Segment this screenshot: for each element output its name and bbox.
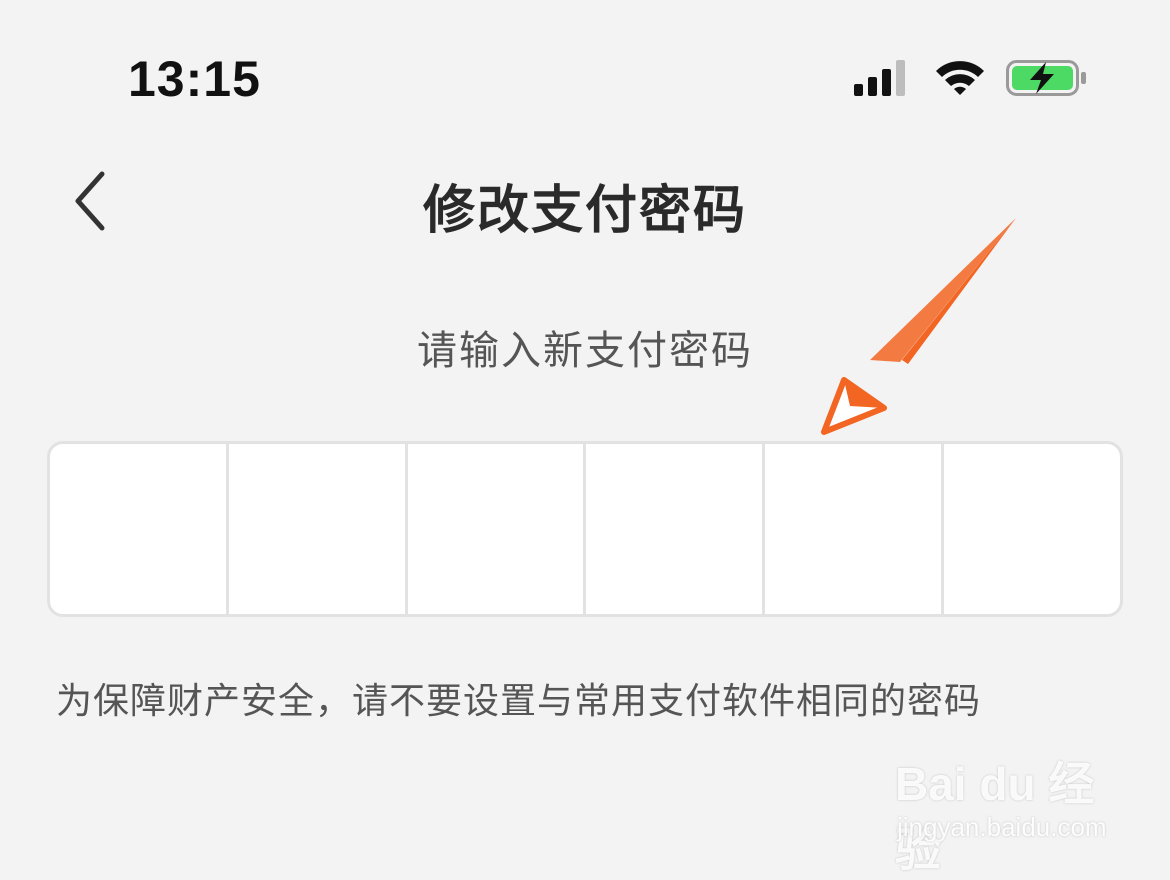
security-warning: 为保障财产安全，请不要设置与常用支付软件相同的密码 bbox=[56, 681, 982, 722]
status-bar: 13:15 bbox=[0, 0, 1170, 130]
wifi-icon bbox=[936, 61, 984, 95]
pin-cell[interactable] bbox=[586, 444, 766, 614]
cellular-signal-icon bbox=[854, 60, 905, 96]
pin-cell[interactable] bbox=[50, 444, 229, 614]
watermark: Bai du 经验 jingyan.baidu.com bbox=[895, 748, 1135, 876]
pin-cell[interactable] bbox=[944, 444, 1120, 614]
pin-cell[interactable] bbox=[229, 444, 408, 614]
status-icons bbox=[852, 54, 1092, 102]
status-time: 13:15 bbox=[128, 51, 261, 107]
pin-cell[interactable] bbox=[765, 444, 945, 614]
battery-charging-icon bbox=[1006, 60, 1086, 96]
pin-cell[interactable] bbox=[408, 444, 587, 614]
pointer-arrow-icon bbox=[821, 218, 1016, 435]
watermark-url: jingyan.baidu.com bbox=[897, 812, 1107, 842]
password-input[interactable] bbox=[47, 441, 1123, 617]
